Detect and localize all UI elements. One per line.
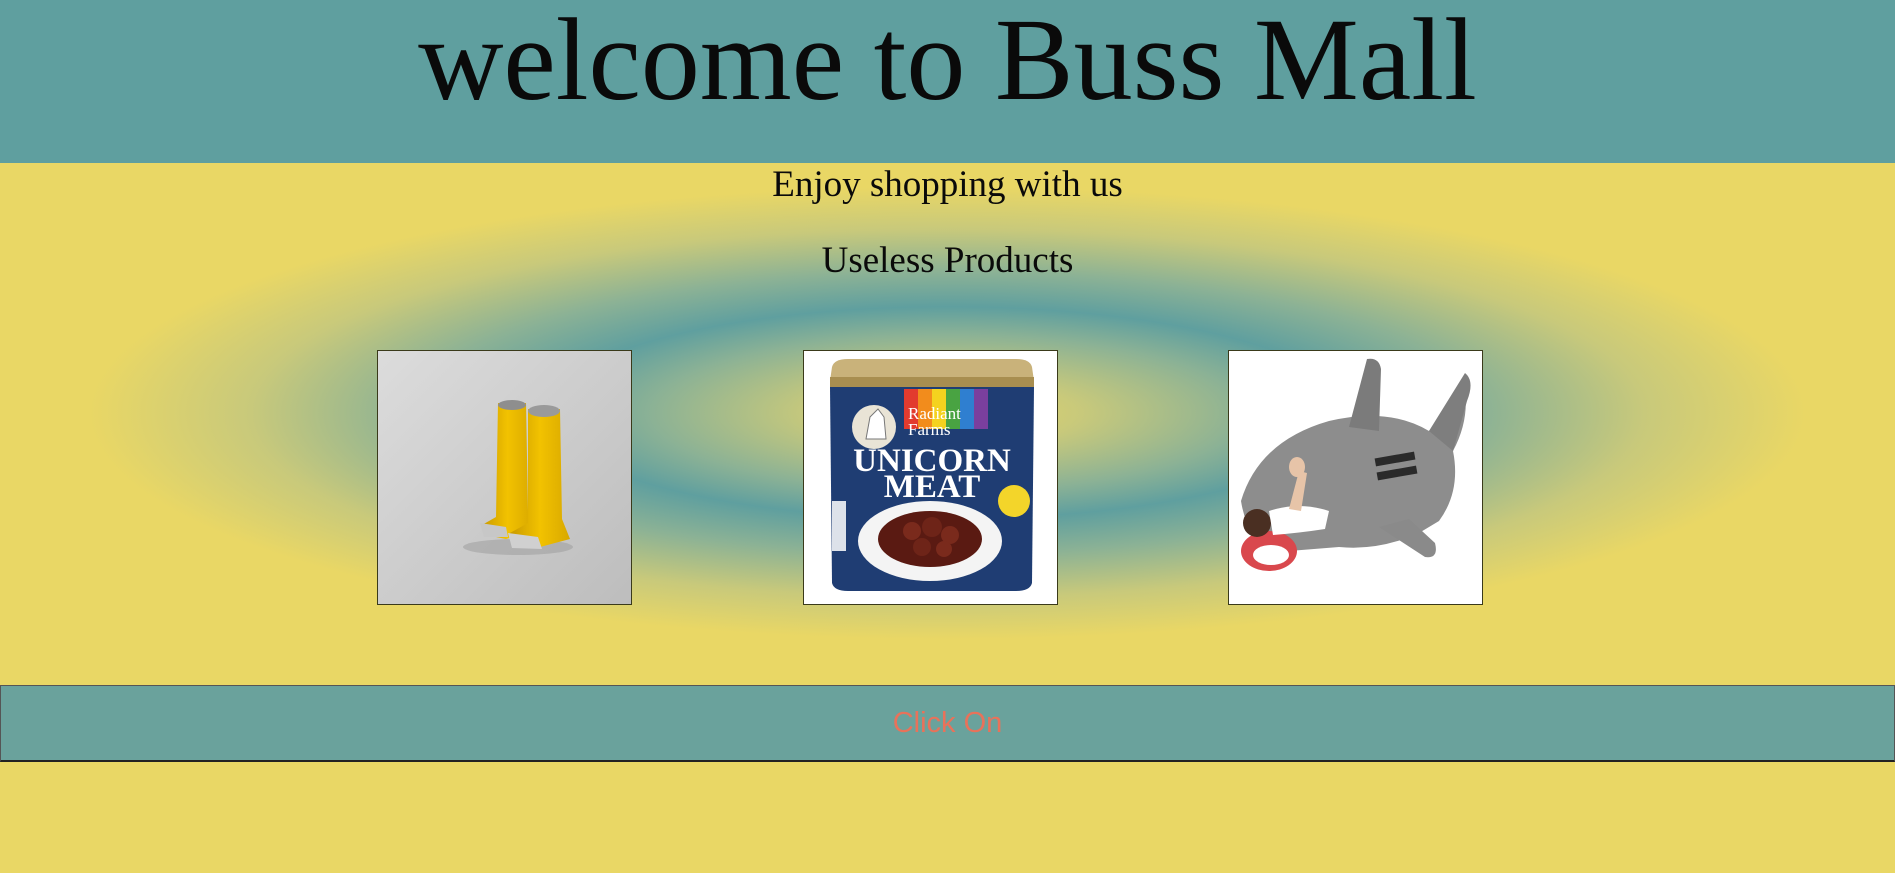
section-heading: Useless Products xyxy=(821,240,1074,281)
boots-image xyxy=(378,351,631,604)
page-title: welcome to Buss Mall xyxy=(418,0,1477,125)
unicorn-meat-image: Radiant Farms UNICORN MEAT xyxy=(804,351,1057,604)
shark-sleeping-bag-image xyxy=(1229,351,1482,604)
can-label-meat: MEAT xyxy=(884,469,981,505)
page-header: welcome to Buss Mall xyxy=(0,0,1895,163)
product-image-boots[interactable] xyxy=(377,350,632,605)
main-section: Enjoy shopping with us Useless Products xyxy=(0,163,1895,663)
click-on-button[interactable]: Click On xyxy=(0,685,1895,762)
product-image-shark-sleeping-bag[interactable] xyxy=(1228,350,1483,605)
svg-text:Farms: Farms xyxy=(908,420,951,439)
subtitle: Enjoy shopping with us xyxy=(772,164,1123,205)
product-image-unicorn-meat[interactable]: Radiant Farms UNICORN MEAT xyxy=(803,350,1058,605)
